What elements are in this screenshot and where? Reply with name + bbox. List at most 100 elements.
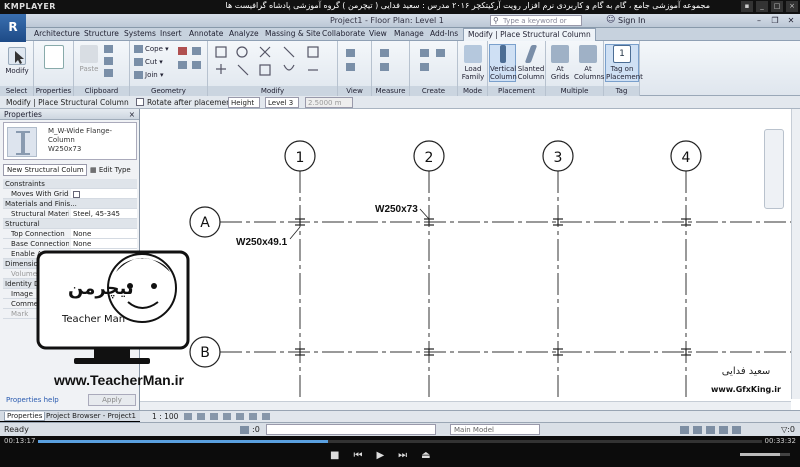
crop-view-icon[interactable] bbox=[236, 413, 244, 420]
level-select[interactable]: Level 3 bbox=[265, 97, 299, 108]
tab-structure[interactable]: Structure bbox=[84, 29, 119, 38]
offset-input[interactable]: 2.5000 m bbox=[305, 97, 353, 108]
view-hide-icon[interactable] bbox=[346, 49, 357, 57]
edit-type-button[interactable]: ▦ Edit Type bbox=[90, 164, 131, 176]
geometry-tool-icon-3[interactable] bbox=[178, 61, 189, 69]
tab-annotate[interactable]: Annotate bbox=[189, 29, 223, 38]
workset-select[interactable] bbox=[266, 424, 436, 435]
play-icon[interactable]: ▶ bbox=[376, 450, 384, 461]
modify-tools-icons[interactable] bbox=[208, 41, 338, 85]
show-crop-icon[interactable] bbox=[249, 413, 257, 420]
revit-app-button[interactable]: R bbox=[0, 14, 26, 42]
column-tag-2[interactable]: W250x73 bbox=[375, 204, 418, 215]
property-value[interactable]: Steel, 45-345 bbox=[71, 209, 137, 218]
load-family-button[interactable]: Load Family bbox=[460, 45, 486, 81]
horizontal-scrollbar[interactable] bbox=[140, 401, 791, 410]
grid-label-2[interactable]: 2 bbox=[425, 150, 434, 166]
navigation-bar[interactable] bbox=[764, 129, 784, 209]
close-icon[interactable]: ✕ bbox=[785, 15, 797, 26]
geometry-tool-icon-1[interactable] bbox=[178, 47, 189, 55]
detail-level-icon[interactable] bbox=[184, 413, 192, 420]
create-group-icon[interactable] bbox=[420, 49, 431, 57]
user-icon[interactable]: ☺ bbox=[606, 15, 615, 25]
next-icon[interactable]: ⏭ bbox=[398, 450, 407, 461]
copy-icon[interactable] bbox=[104, 45, 115, 53]
modify-button[interactable]: Modify bbox=[4, 47, 30, 75]
geometry-tool-icon-2[interactable] bbox=[192, 47, 203, 55]
volume-slider[interactable] bbox=[740, 453, 790, 456]
geometry-tool-icon-4[interactable] bbox=[192, 61, 203, 69]
join-button[interactable]: Join ▾ bbox=[134, 71, 163, 79]
create-parts-icon[interactable] bbox=[420, 63, 431, 71]
slanted-column-button[interactable]: Slanted Column bbox=[517, 45, 545, 81]
height-depth-select[interactable]: Height bbox=[228, 97, 260, 108]
player-close-icon[interactable]: × bbox=[786, 1, 798, 12]
close-icon[interactable]: × bbox=[129, 109, 135, 120]
shadows-icon[interactable] bbox=[223, 413, 231, 420]
measure-icon[interactable] bbox=[380, 49, 391, 57]
player-maximize-icon[interactable]: □ bbox=[771, 1, 783, 12]
property-value[interactable] bbox=[71, 189, 137, 198]
tab-architecture[interactable]: Architecture bbox=[34, 29, 80, 38]
select-face-icon[interactable] bbox=[719, 426, 728, 434]
tab-massing-site[interactable]: Massing & Site bbox=[265, 29, 321, 38]
view-scale[interactable]: 1 : 100 bbox=[152, 412, 178, 421]
floor-plan-drawing[interactable]: 1 2 3 4AB W250x49.1W250x73 bbox=[140, 109, 800, 410]
vertical-column-button[interactable]: Vertical Column bbox=[489, 44, 517, 82]
eject-icon[interactable]: ⏏ bbox=[421, 450, 430, 461]
column-tag-1[interactable]: W250x49.1 bbox=[236, 237, 288, 248]
view-override-icon[interactable] bbox=[346, 63, 357, 71]
player-pin-icon[interactable]: ▪ bbox=[741, 1, 753, 12]
dimension-icon[interactable] bbox=[380, 63, 391, 71]
tab-collaborate[interactable]: Collaborate bbox=[322, 29, 365, 38]
drag-select-icon[interactable] bbox=[732, 426, 741, 434]
tab-modify-place-column[interactable]: Modify | Place Structural Column bbox=[463, 28, 596, 41]
create-similar-icon[interactable] bbox=[436, 49, 447, 57]
tab-properties[interactable]: Properties bbox=[4, 412, 46, 421]
property-checkbox[interactable] bbox=[73, 190, 80, 198]
cut-clip-icon[interactable] bbox=[104, 57, 115, 65]
sun-path-icon[interactable] bbox=[210, 413, 218, 420]
grid-label-4[interactable]: 4 bbox=[682, 150, 691, 166]
vertical-scrollbar[interactable] bbox=[791, 109, 800, 399]
select-links-icon[interactable] bbox=[680, 426, 689, 434]
apply-button[interactable]: Apply bbox=[88, 394, 136, 406]
worksets-icon[interactable] bbox=[240, 426, 249, 434]
sign-in-button[interactable]: Sign In bbox=[618, 16, 645, 25]
at-grids-button[interactable]: At Grids bbox=[547, 45, 573, 81]
type-selector[interactable]: M_W-Wide Flange-Column W250x73 bbox=[3, 122, 137, 160]
paste-button[interactable]: Paste bbox=[78, 45, 100, 73]
property-value[interactable]: None bbox=[71, 229, 137, 238]
restore-icon[interactable]: ❐ bbox=[769, 15, 781, 26]
properties-help-link[interactable]: Properties help bbox=[6, 396, 59, 404]
at-columns-button[interactable]: At Columns bbox=[574, 45, 604, 81]
column-tag-1-leader[interactable] bbox=[289, 226, 301, 240]
player-minimize-icon[interactable]: _ bbox=[756, 1, 768, 12]
type-properties-button[interactable] bbox=[42, 45, 66, 71]
select-underlay-icon[interactable] bbox=[693, 426, 702, 434]
tab-analyze[interactable]: Analyze bbox=[229, 29, 259, 38]
temporary-hide-icon[interactable] bbox=[262, 413, 270, 420]
model-select[interactable]: Main Model bbox=[450, 424, 540, 435]
previous-icon[interactable]: ⏮ bbox=[353, 450, 362, 461]
filter-icon[interactable]: ▽:0 bbox=[781, 425, 795, 434]
select-pinned-icon[interactable] bbox=[706, 426, 715, 434]
tab-manage[interactable]: Manage bbox=[394, 29, 424, 38]
tag-on-placement-button[interactable]: 1 Tag on Placement bbox=[605, 44, 643, 82]
match-icon[interactable] bbox=[104, 69, 115, 77]
search-input[interactable]: ⚲ Type a keyword or phrase bbox=[490, 15, 582, 35]
cope-button[interactable]: Cope ▾ bbox=[134, 45, 169, 53]
drawing-canvas[interactable]: 1234AB W250x49.1 W250x73 bbox=[140, 109, 800, 410]
column-tag-2-leader[interactable] bbox=[419, 208, 430, 220]
visual-style-icon[interactable] bbox=[197, 413, 205, 420]
tab-insert[interactable]: Insert bbox=[160, 29, 182, 38]
seek-bar[interactable] bbox=[38, 440, 762, 443]
tab-add-ins[interactable]: Add-Ins bbox=[430, 29, 458, 38]
cut-button[interactable]: Cut ▾ bbox=[134, 58, 163, 66]
grid-label-1[interactable]: 1 bbox=[296, 150, 305, 166]
instance-filter-select[interactable]: New Structural Colum ▾ bbox=[3, 164, 87, 185]
rotate-checkbox[interactable] bbox=[136, 98, 144, 106]
grid-label-B[interactable]: B bbox=[200, 345, 210, 361]
tab-project-browser[interactable]: Project Browser - Project1 bbox=[44, 412, 138, 420]
grid-label-3[interactable]: 3 bbox=[554, 150, 563, 166]
